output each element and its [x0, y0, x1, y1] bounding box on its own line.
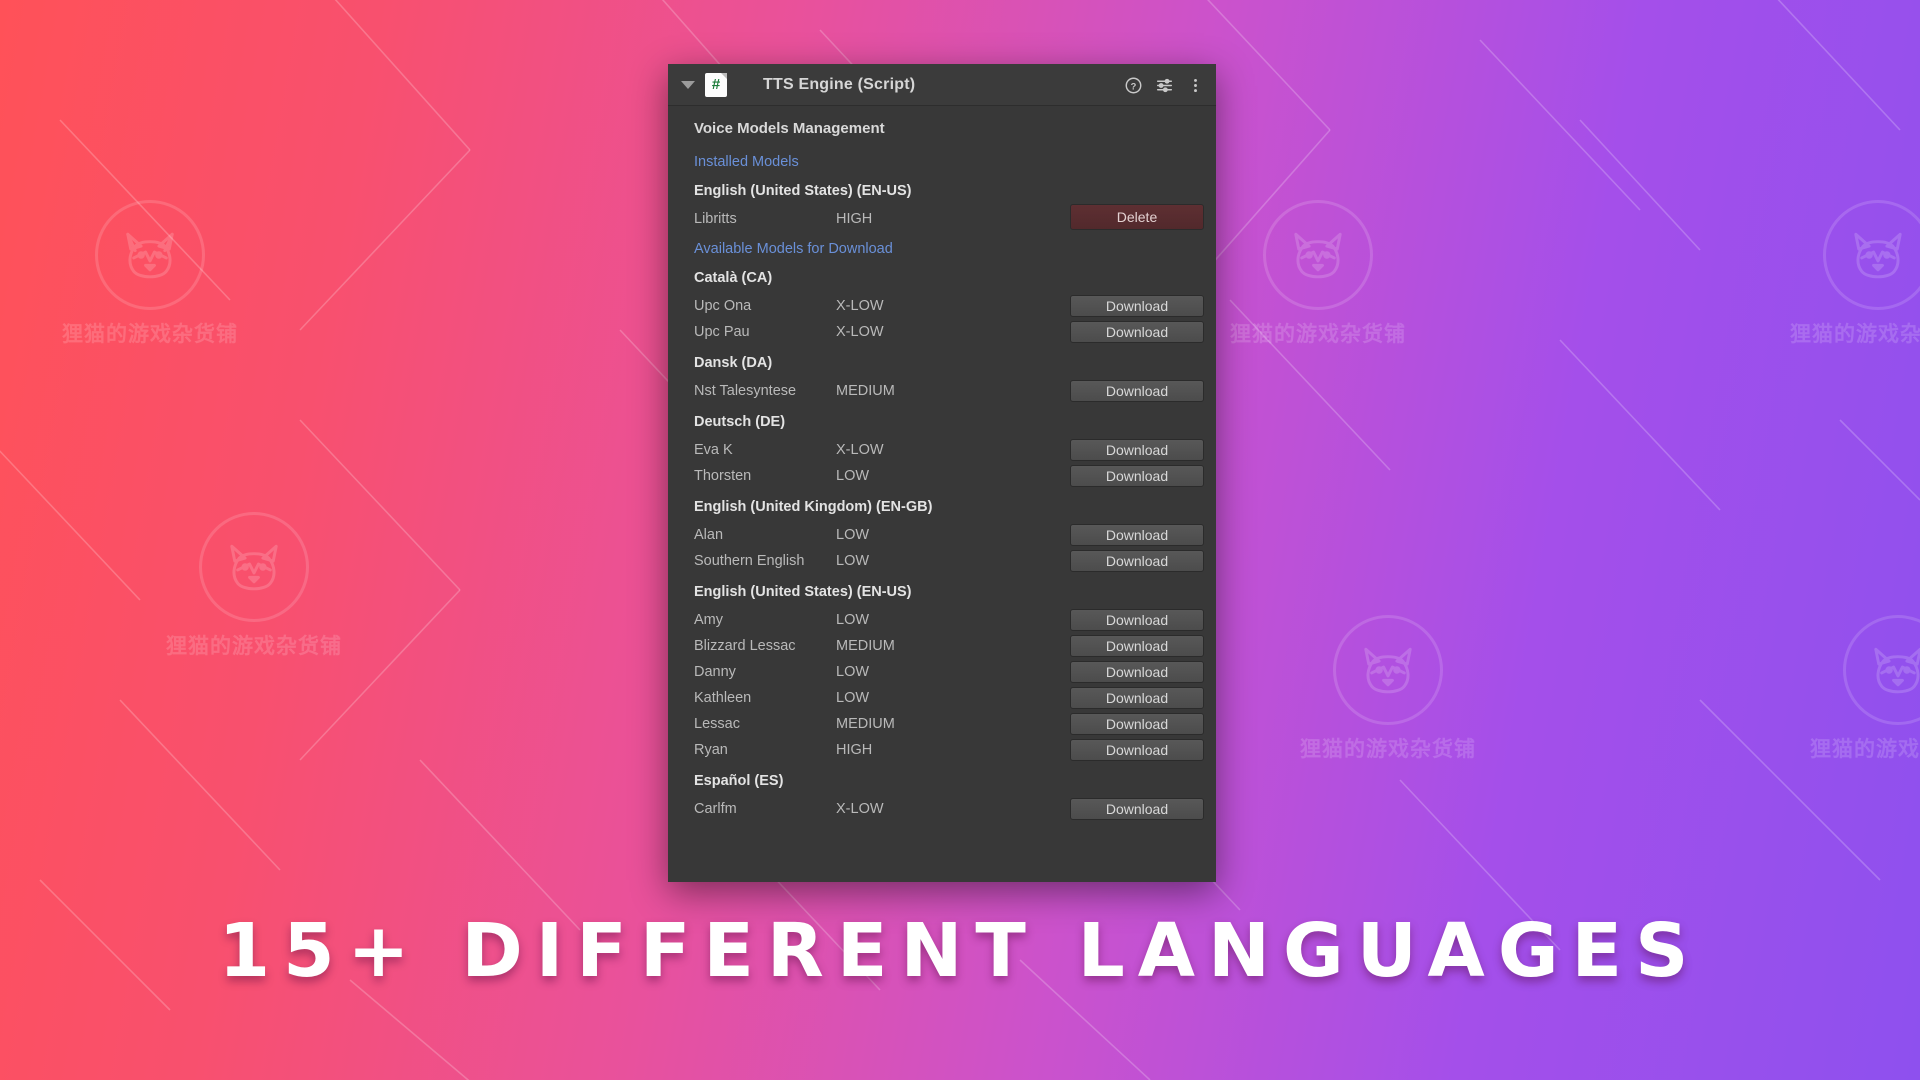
watermark-tile: 狸猫的游戏杂货铺: [62, 200, 238, 348]
watermark-tile: 狸猫的游戏杂货铺: [1790, 200, 1920, 348]
download-button[interactable]: Download: [1070, 661, 1204, 683]
panel-body: Voice Models Management Installed Models…: [668, 106, 1216, 882]
watermark-text: 狸猫的游戏杂货铺: [62, 322, 238, 346]
voice-name: Thorsten: [694, 468, 752, 484]
table-row: Nst Talesyntese MEDIUM Download: [668, 378, 1216, 404]
language-header: Català (CA): [694, 270, 773, 286]
watermark-tile: 狸猫的游戏杂货铺: [166, 512, 342, 660]
table-row: Lessac MEDIUM Download: [668, 711, 1216, 737]
voice-name: Southern English: [694, 553, 805, 569]
language-header: Dansk (DA): [694, 355, 773, 371]
raccoon-face-logo-icon: [1333, 615, 1443, 725]
table-row: Eva K X-LOW Download: [668, 437, 1216, 463]
download-button[interactable]: Download: [1070, 380, 1204, 402]
raccoon-face-logo-icon: [1263, 200, 1373, 310]
table-row: Upc Ona X-LOW Download: [668, 293, 1216, 319]
watermark-text: 狸猫的游戏杂货铺: [1810, 737, 1920, 761]
help-icon[interactable]: ?: [1125, 77, 1142, 94]
language-header: English (United States) (EN-US): [694, 584, 912, 600]
headline-text: 15+ DIFFERENT LANGUAGES: [218, 908, 1702, 994]
installed-models-link[interactable]: Installed Models: [668, 154, 1216, 170]
table-row: Upc Pau X-LOW Download: [668, 319, 1216, 345]
panel-header-icons: ?: [1125, 64, 1204, 106]
watermark-tile: 狸猫的游戏杂货铺: [1300, 615, 1476, 763]
preset-icon[interactable]: [1156, 77, 1173, 94]
table-row: Blizzard Lessac MEDIUM Download: [668, 633, 1216, 659]
raccoon-face-logo-icon: [199, 512, 309, 622]
language-header: English (United States) (EN-US): [694, 183, 912, 199]
language-header: English (United Kingdom) (EN-GB): [694, 499, 933, 515]
language-header: Deutsch (DE): [694, 414, 786, 430]
inspector-panel: # TTS Engine (Script) ? Voice Models Man…: [668, 64, 1216, 882]
download-button[interactable]: Download: [1070, 295, 1204, 317]
language-header: Español (ES): [694, 773, 784, 789]
panel-title: TTS Engine (Script): [763, 75, 916, 93]
table-row: Thorsten LOW Download: [668, 463, 1216, 489]
watermark-text: 狸猫的游戏杂货铺: [1300, 737, 1476, 761]
download-button[interactable]: Download: [1070, 739, 1204, 761]
download-button[interactable]: Download: [1070, 465, 1204, 487]
download-button[interactable]: Download: [1070, 635, 1204, 657]
available-models-link[interactable]: Available Models for Download: [668, 241, 1216, 257]
voice-name: Kathleen: [694, 690, 752, 706]
download-button[interactable]: Download: [1070, 321, 1204, 343]
download-button[interactable]: Download: [1070, 550, 1204, 572]
download-button[interactable]: Download: [1070, 524, 1204, 546]
table-row: Alan LOW Download: [668, 522, 1216, 548]
voice-name: Amy: [694, 612, 723, 628]
delete-button[interactable]: Delete: [1070, 204, 1204, 230]
watermark-text: 狸猫的游戏杂货铺: [1790, 322, 1920, 346]
voice-name: Upc Ona: [694, 298, 752, 314]
download-button[interactable]: Download: [1070, 609, 1204, 631]
foldout-arrow-icon[interactable]: [681, 80, 695, 89]
table-row: Ryan HIGH Download: [668, 737, 1216, 763]
svg-text:?: ?: [1131, 81, 1137, 91]
download-button[interactable]: Download: [1070, 439, 1204, 461]
voice-name: Lessac: [694, 716, 740, 732]
raccoon-face-logo-icon: [1843, 615, 1920, 725]
watermark-tile: 狸猫的游戏杂货铺: [1810, 615, 1920, 763]
raccoon-face-logo-icon: [1823, 200, 1920, 310]
voice-name: Carlfm: [694, 801, 737, 817]
voice-name: Alan: [694, 527, 724, 543]
voice-name: Nst Talesyntese: [694, 383, 797, 399]
table-row: Libritts HIGH Delete: [668, 204, 1216, 232]
voice-name: Ryan: [694, 742, 728, 758]
table-row: Amy LOW Download: [668, 607, 1216, 633]
table-row: Southern English LOW Download: [668, 548, 1216, 574]
download-button[interactable]: Download: [1070, 713, 1204, 735]
watermark-tile: 狸猫的游戏杂货铺: [1230, 200, 1406, 348]
section-title: Voice Models Management: [694, 120, 885, 137]
table-row: Carlfm X-LOW Download: [668, 796, 1216, 822]
voice-name: Upc Pau: [694, 324, 750, 340]
table-row: Danny LOW Download: [668, 659, 1216, 685]
voice-name: Libritts: [694, 211, 737, 227]
panel-header: # TTS Engine (Script) ?: [668, 64, 1216, 106]
download-button[interactable]: Download: [1070, 687, 1204, 709]
table-row: Kathleen LOW Download: [668, 685, 1216, 711]
voice-name: Danny: [694, 664, 736, 680]
voice-name: Blizzard Lessac: [694, 638, 796, 654]
download-button[interactable]: Download: [1070, 798, 1204, 820]
more-menu-icon[interactable]: [1187, 77, 1204, 94]
watermark-text: 狸猫的游戏杂货铺: [1230, 322, 1406, 346]
raccoon-face-logo-icon: [95, 200, 205, 310]
watermark-text: 狸猫的游戏杂货铺: [166, 634, 342, 658]
voice-name: Eva K: [694, 442, 733, 458]
csharp-script-icon: #: [705, 72, 727, 97]
